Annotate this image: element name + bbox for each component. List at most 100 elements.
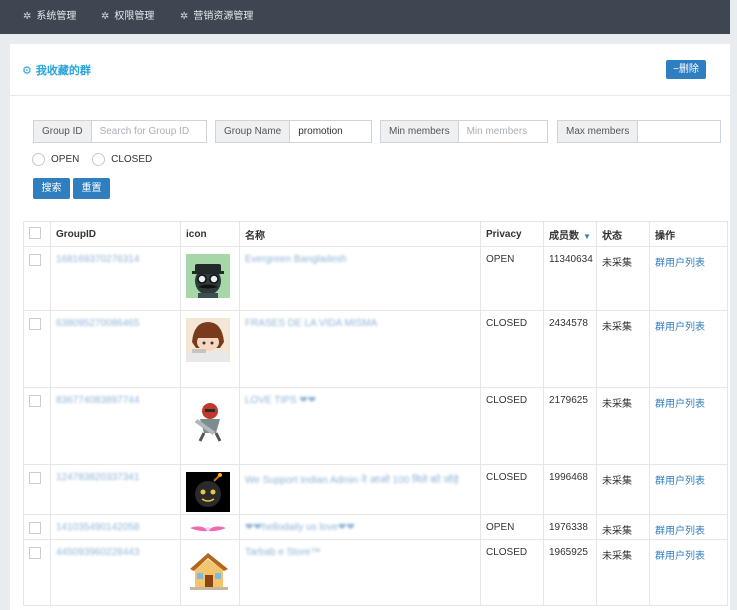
row-select-cell <box>23 514 51 540</box>
group-users-link[interactable]: 群用户列表 <box>655 322 705 333</box>
select-all-checkbox[interactable] <box>29 226 41 239</box>
name-cell: Tarbab e Store™ <box>239 539 481 606</box>
header-members[interactable]: 成员数 ▼ <box>543 221 597 247</box>
privacy-cell: CLOSED <box>480 464 544 515</box>
group-name-link[interactable]: We Support Indian Admin ने आओ 100 मिले क… <box>245 475 459 486</box>
icon-cell <box>180 310 240 388</box>
nav-label: 系统管理 <box>36 11 77 22</box>
black-bomb-icon <box>186 472 230 512</box>
page-title: ⚙ 我收藏的群 <box>22 62 91 78</box>
gear-icon: ✲ <box>101 11 110 22</box>
gear-icon: ✲ <box>23 11 32 22</box>
groupid-link[interactable]: 168169370276314 <box>56 254 139 265</box>
header-privacy[interactable]: Privacy <box>480 221 544 247</box>
action-cell: 群用户列表 <box>649 514 728 540</box>
row-select-cell <box>23 539 51 606</box>
name-cell: FRASES DE LA VIDA MISMA <box>239 310 481 388</box>
filter-min-members: Min members <box>380 120 548 143</box>
row-checkbox[interactable] <box>29 547 41 559</box>
members-cell: 1996468 <box>543 464 597 515</box>
filter-group-name: Group Name <box>215 120 372 143</box>
nav-item-system[interactable]: ✲ 系统管理 <box>23 0 76 34</box>
groupid-link[interactable]: 445093960228443 <box>56 547 139 558</box>
members-cell: 1976338 <box>543 514 597 540</box>
min-members-input[interactable] <box>458 121 545 142</box>
group-name-link[interactable]: ❤❤hellodaily us love❤❤ <box>245 522 355 533</box>
name-cell: Evergreen Bangladesh <box>239 246 481 311</box>
delete-label: 删除 <box>678 64 699 75</box>
status-cell: 未采集 <box>596 514 650 540</box>
sort-down-icon[interactable]: ▼ <box>583 232 591 241</box>
groupid-link[interactable]: 124783820337341 <box>56 472 139 483</box>
group-users-link[interactable]: 群用户列表 <box>655 551 705 562</box>
group-name-link[interactable]: LOVE TIPS ❤❤ <box>245 395 316 406</box>
nav-label: 营销资源管理 <box>193 11 254 22</box>
group-id-label: Group ID <box>34 121 92 142</box>
header-members-label: 成员数 <box>549 230 579 242</box>
main-panel: ⚙我收藏的群 −删除 Group ID Group Name Min membe… <box>10 44 730 610</box>
select-all-cell <box>23 221 51 247</box>
icon-cell <box>180 464 240 515</box>
groupid-cell: 445093960228443 <box>50 539 181 606</box>
filter-max-members: Max members <box>557 120 721 143</box>
privacy-cell: CLOSED <box>480 310 544 388</box>
row-checkbox[interactable] <box>29 318 41 330</box>
name-cell: LOVE TIPS ❤❤ <box>239 387 481 465</box>
header-name[interactable]: 名称 <box>239 221 481 247</box>
table-row: 168169370276314 Evergreen Bangladesh OPE <box>23 246 728 311</box>
groupid-cell: 836774083897744 <box>50 387 181 465</box>
header-action: 操作 <box>649 221 728 247</box>
pink-flower-icon <box>186 522 230 536</box>
status-cell: 未采集 <box>596 464 650 515</box>
settings-icon: ⚙ <box>22 65 32 77</box>
radio-open[interactable] <box>32 153 45 166</box>
table-row: 638095270086465 FRASES DE LA VIDA MISMA <box>23 310 728 388</box>
nav-item-marketing[interactable]: ✲ 营销资源管理 <box>180 0 253 34</box>
max-members-label: Max members <box>558 121 639 142</box>
group-users-link[interactable]: 群用户列表 <box>655 399 705 410</box>
icon-cell <box>180 514 240 540</box>
radio-closed[interactable] <box>92 153 106 166</box>
group-name-link[interactable]: Tarbab e Store™ <box>245 547 321 558</box>
table-row: 141035490142058 ❤❤hellodaily us love❤❤ O… <box>23 514 728 540</box>
row-select-cell <box>23 310 51 388</box>
members-cell: 2434578 <box>543 310 597 388</box>
privacy-cell: CLOSED <box>480 387 544 465</box>
groupid-cell: 124783820337341 <box>50 464 181 515</box>
group-id-input[interactable] <box>91 121 204 142</box>
reset-button[interactable]: 重置 <box>73 178 110 199</box>
groupid-link[interactable]: 141035490142058 <box>56 522 139 533</box>
robot-figure-icon <box>186 395 230 445</box>
group-users-link[interactable]: 群用户列表 <box>655 258 705 269</box>
groupid-link[interactable]: 836774083897744 <box>56 395 139 406</box>
max-members-input[interactable] <box>638 121 719 142</box>
row-checkbox[interactable] <box>29 472 41 484</box>
name-cell: ❤❤hellodaily us love❤❤ <box>239 514 481 540</box>
nav-label: 权限管理 <box>114 11 155 22</box>
group-users-link[interactable]: 群用户列表 <box>655 476 705 487</box>
group-name-link[interactable]: Evergreen Bangladesh <box>245 254 347 265</box>
groupid-cell: 168169370276314 <box>50 246 181 311</box>
search-button[interactable]: 搜索 <box>33 178 70 199</box>
row-checkbox[interactable] <box>29 254 41 266</box>
groupid-cell: 638095270086465 <box>50 310 181 388</box>
group-name-link[interactable]: FRASES DE LA VIDA MISMA <box>245 318 377 329</box>
groups-table: GroupID icon 名称 Privacy 成员数 ▼ 状态 操作 16816… <box>23 221 728 606</box>
privacy-cell: OPEN <box>480 514 544 540</box>
row-checkbox[interactable] <box>29 395 41 407</box>
header-groupid[interactable]: GroupID <box>50 221 181 247</box>
status-cell: 未采集 <box>596 539 650 606</box>
table-row: 836774083897744 LOVE TIPS ❤❤ CLOSED 2179… <box>23 387 728 465</box>
group-users-link[interactable]: 群用户列表 <box>655 526 705 537</box>
members-cell: 11340634 <box>543 246 597 311</box>
delete-button[interactable]: −删除 <box>666 60 706 79</box>
row-checkbox[interactable] <box>29 522 41 534</box>
top-nav-bar: ✲ 系统管理 ✲ 权限管理 ✲ 营销资源管理 <box>0 0 730 34</box>
groupid-link[interactable]: 638095270086465 <box>56 318 139 329</box>
action-cell: 群用户列表 <box>649 246 728 311</box>
nav-item-permission[interactable]: ✲ 权限管理 <box>101 0 154 34</box>
status-cell: 未采集 <box>596 310 650 388</box>
group-name-input[interactable] <box>290 121 369 142</box>
house-icon <box>186 547 232 593</box>
icon-cell <box>180 387 240 465</box>
